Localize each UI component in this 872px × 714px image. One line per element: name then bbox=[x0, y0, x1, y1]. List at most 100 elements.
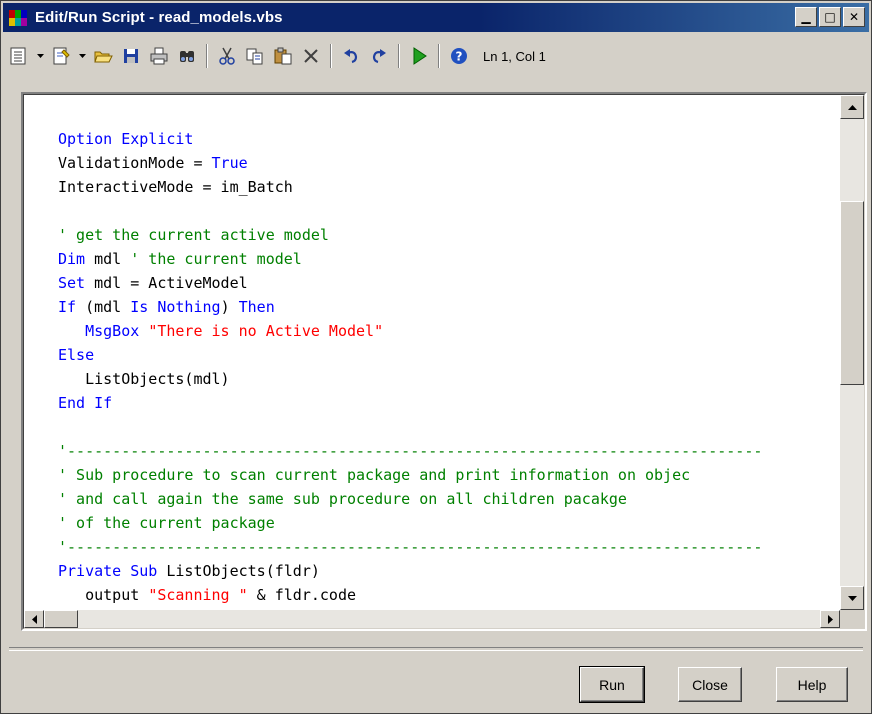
code-token: mdl = ActiveModel bbox=[85, 274, 248, 292]
code-token: ' Sub procedure to scan current package … bbox=[58, 466, 691, 484]
minimize-button[interactable]: ▁ bbox=[795, 7, 817, 27]
code-token: "Scanning " bbox=[148, 586, 248, 604]
code-token: Dim bbox=[58, 250, 86, 268]
script-editor[interactable]: Option Explicit ValidationMode = True Inte… bbox=[21, 92, 867, 631]
code-token: ListObjects(mdl) bbox=[58, 370, 230, 388]
list-dropdown-icon[interactable] bbox=[35, 44, 45, 68]
toolbar-separator bbox=[438, 44, 440, 68]
help-button[interactable]: Help bbox=[776, 667, 848, 702]
copy-icon[interactable] bbox=[243, 44, 267, 68]
save-icon[interactable] bbox=[119, 44, 143, 68]
paste-icon[interactable] bbox=[271, 44, 295, 68]
svg-text:?: ? bbox=[456, 50, 463, 64]
scroll-right-button[interactable] bbox=[820, 610, 840, 628]
title-bar[interactable]: Edit/Run Script - read_models.vbs ▁ □ ✕ bbox=[3, 3, 869, 32]
code-line: ' get the current active model bbox=[58, 223, 836, 247]
code-token: Private Sub bbox=[58, 562, 158, 580]
code-line: output "Scanning " & fldr.code bbox=[58, 583, 836, 604]
toolbar-separator bbox=[330, 44, 332, 68]
code-token: '---------------------------------------… bbox=[58, 442, 763, 460]
find-icon[interactable] bbox=[175, 44, 199, 68]
cursor-position-status: Ln 1, Col 1 bbox=[483, 48, 546, 64]
code-token: Set bbox=[58, 274, 86, 292]
arrow-left-icon bbox=[31, 614, 37, 624]
maximize-button[interactable]: □ bbox=[819, 7, 841, 27]
code-token: '---------------------------------------… bbox=[58, 538, 763, 556]
cut-icon[interactable] bbox=[215, 44, 239, 68]
new-document-icon[interactable] bbox=[49, 44, 73, 68]
dialog-divider bbox=[9, 647, 863, 651]
edit-run-script-window: Edit/Run Script - read_models.vbs ▁ □ ✕ bbox=[0, 0, 872, 714]
code-line: ' of the current package bbox=[58, 511, 836, 535]
code-line: ' and call again the same sub procedure … bbox=[58, 487, 836, 511]
code-area[interactable]: Option Explicit ValidationMode = True Inte… bbox=[58, 127, 836, 604]
code-token: ValidationMode = bbox=[58, 154, 212, 172]
app-icon bbox=[9, 9, 27, 26]
code-token: ListObjects(fldr) bbox=[157, 562, 320, 580]
close-window-button[interactable]: ✕ bbox=[843, 7, 865, 27]
horizontal-scrollbar[interactable] bbox=[24, 610, 840, 628]
list-icon[interactable] bbox=[7, 44, 31, 68]
code-token: ' the current model bbox=[130, 250, 302, 268]
redo-icon[interactable] bbox=[367, 44, 391, 68]
code-line: Dim mdl ' the current model bbox=[58, 247, 836, 271]
toolbar: ? Ln 1, Col 1 bbox=[7, 39, 867, 73]
code-token: End If bbox=[58, 394, 113, 412]
code-line: ' Sub procedure to scan current package … bbox=[58, 463, 836, 487]
code-token: mdl bbox=[85, 250, 131, 268]
run-icon[interactable] bbox=[407, 44, 431, 68]
scrollbar-corner bbox=[840, 610, 864, 628]
run-button[interactable]: Run bbox=[579, 666, 645, 703]
scroll-down-button[interactable] bbox=[840, 586, 864, 610]
code-line: InteractiveMode = im_Batch bbox=[58, 175, 836, 199]
toolbar-separator bbox=[398, 44, 400, 68]
code-token: InteractiveMode = im_Batch bbox=[58, 178, 293, 196]
help-icon[interactable]: ? bbox=[447, 44, 471, 68]
vertical-scrollbar[interactable] bbox=[840, 95, 864, 610]
code-token: Is bbox=[130, 298, 149, 316]
undo-icon[interactable] bbox=[339, 44, 363, 68]
close-button-label: Close bbox=[692, 676, 728, 693]
close-button[interactable]: Close bbox=[678, 667, 742, 702]
code-token: ' and call again the same sub procedure … bbox=[58, 490, 627, 508]
code-token: Else bbox=[58, 346, 95, 364]
code-token: ) bbox=[220, 298, 239, 316]
code-line: If (mdl Is Nothing) Then bbox=[58, 295, 836, 319]
code-line: Option Explicit bbox=[58, 127, 836, 151]
arrow-right-icon bbox=[827, 614, 833, 624]
code-line: '---------------------------------------… bbox=[58, 535, 836, 559]
window-title: Edit/Run Script - read_models.vbs bbox=[35, 9, 283, 26]
code-token: ' of the current package bbox=[58, 514, 275, 532]
code-line: Else bbox=[58, 343, 836, 367]
close-icon: ✕ bbox=[848, 10, 860, 24]
scroll-left-button[interactable] bbox=[24, 610, 44, 628]
help-button-label: Help bbox=[797, 676, 827, 693]
maximize-icon: □ bbox=[824, 10, 836, 24]
code-token: "There is no Active Model" bbox=[148, 322, 384, 340]
code-token: ' get the current active model bbox=[58, 226, 329, 244]
code-line: Set mdl = ActiveModel bbox=[58, 271, 836, 295]
code-token: Then bbox=[238, 298, 275, 316]
code-token: If bbox=[58, 298, 77, 316]
horizontal-scroll-thumb[interactable] bbox=[44, 610, 78, 628]
delete-icon[interactable] bbox=[299, 44, 323, 68]
scroll-up-button[interactable] bbox=[840, 95, 864, 119]
code-token: & fldr.code bbox=[247, 586, 357, 604]
code-line: MsgBox "There is no Active Model" bbox=[58, 319, 836, 343]
code-line: ListObjects(mdl) bbox=[58, 367, 836, 391]
code-line: ValidationMode = True bbox=[58, 151, 836, 175]
vertical-scroll-thumb[interactable] bbox=[840, 201, 864, 385]
open-folder-icon[interactable] bbox=[91, 44, 115, 68]
new-dropdown-icon[interactable] bbox=[77, 44, 87, 68]
code-line: End If bbox=[58, 391, 836, 415]
toolbar-separator bbox=[206, 44, 208, 68]
arrow-down-icon bbox=[847, 595, 857, 601]
code-token: MsgBox bbox=[85, 322, 140, 340]
code-line: '---------------------------------------… bbox=[58, 439, 836, 463]
code-token: output bbox=[58, 586, 149, 604]
print-icon[interactable] bbox=[147, 44, 171, 68]
arrow-up-icon bbox=[847, 104, 857, 110]
